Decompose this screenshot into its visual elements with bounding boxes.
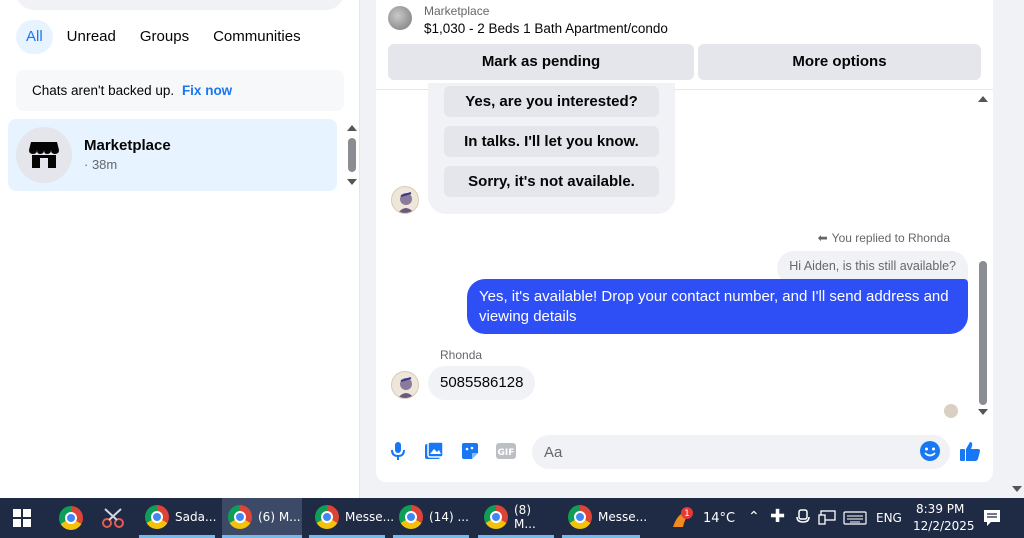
windows-start-icon[interactable] bbox=[13, 498, 31, 538]
language-indicator[interactable]: ENG bbox=[876, 511, 902, 525]
message-composer: GIF bbox=[376, 430, 993, 474]
conversation-scroll-thumb[interactable] bbox=[979, 261, 987, 405]
taskbar-app-label: (14) ... bbox=[429, 509, 469, 524]
taskbar-app-messenger-2[interactable]: Messe... bbox=[562, 498, 647, 538]
photo-icon[interactable] bbox=[423, 440, 445, 462]
keyboard-icon[interactable] bbox=[843, 511, 867, 528]
sender-name: Rhonda bbox=[440, 348, 483, 362]
filter-groups[interactable]: Groups bbox=[130, 20, 199, 54]
store-icon bbox=[16, 127, 72, 183]
svg-text:GIF: GIF bbox=[498, 448, 515, 458]
taskbar-app-messenger-8[interactable]: (8) M... bbox=[478, 498, 554, 538]
chrome-icon bbox=[315, 504, 339, 529]
weather-badge: 1 bbox=[684, 509, 690, 519]
quick-reply-interested[interactable]: Yes, are you interested? bbox=[444, 86, 659, 117]
chat-list-item-marketplace[interactable]: Marketplace · 38m bbox=[8, 119, 337, 191]
taskbar-app-label: (8) M... bbox=[514, 502, 536, 531]
listing-thumbnail[interactable] bbox=[388, 6, 412, 30]
sidebar-scrollbar[interactable] bbox=[346, 122, 358, 188]
marketplace-listing-header: Marketplace $1,030 - 2 Beds 1 Bath Apart… bbox=[376, 0, 993, 90]
chrome-pinned-icon[interactable] bbox=[59, 498, 83, 538]
message-input[interactable] bbox=[532, 435, 950, 469]
emoji-icon[interactable] bbox=[919, 440, 941, 462]
chat-name: Marketplace bbox=[84, 137, 171, 154]
taskbar-app-label: Messe... bbox=[345, 509, 395, 524]
sidebar-scroll-thumb[interactable] bbox=[348, 138, 356, 172]
page-scroll-down-arrow-icon[interactable] bbox=[1012, 486, 1022, 492]
gif-icon[interactable]: GIF bbox=[495, 440, 517, 462]
notification-center-icon[interactable] bbox=[983, 509, 1001, 530]
windows-taskbar: Sada... (6) M... Messe... (14) ... (8) M… bbox=[0, 498, 1024, 538]
backup-banner: Chats aren't backed up. Fix now bbox=[16, 70, 344, 111]
listing-title[interactable]: $1,030 - 2 Beds 1 Bath Apartment/condo bbox=[424, 21, 668, 36]
scroll-down-arrow-icon[interactable] bbox=[347, 179, 357, 185]
conversation-scrollbar[interactable] bbox=[977, 93, 989, 419]
outgoing-message[interactable]: Yes, it's available! Drop your contact n… bbox=[467, 279, 968, 334]
taskbar-app-label: (6) M... bbox=[258, 509, 301, 524]
microphone-icon[interactable] bbox=[387, 440, 409, 462]
temperature[interactable]: 14°C bbox=[703, 511, 735, 526]
filter-tabs: All Unread Groups Communities bbox=[16, 20, 311, 54]
scroll-up-arrow-icon[interactable] bbox=[978, 96, 988, 102]
scroll-down-arrow-icon[interactable] bbox=[978, 409, 988, 415]
backup-text: Chats aren't backed up. bbox=[32, 83, 175, 98]
search-input[interactable] bbox=[16, 0, 344, 10]
chat-sidebar: All Unread Groups Communities Chats aren… bbox=[0, 0, 360, 498]
taskbar-app-messenger[interactable]: Messe... bbox=[309, 498, 394, 538]
mark-as-pending-button[interactable]: Mark as pending bbox=[388, 44, 694, 80]
more-options-button[interactable]: More options bbox=[698, 44, 981, 80]
incoming-message[interactable]: 5085586128 bbox=[428, 366, 536, 400]
scroll-up-arrow-icon[interactable] bbox=[347, 125, 357, 131]
taskbar-app-messenger-14[interactable]: (14) ... bbox=[393, 498, 469, 538]
seen-indicator-avatar bbox=[944, 404, 958, 418]
rhonda-avatar[interactable] bbox=[391, 186, 419, 214]
conversation-panel: Marketplace $1,030 - 2 Beds 1 Bath Apart… bbox=[376, 0, 993, 482]
chrome-icon bbox=[145, 504, 169, 529]
quick-reply-card: Yes, are you interested? In talks. I'll … bbox=[428, 83, 675, 214]
rhonda-avatar[interactable] bbox=[391, 371, 419, 399]
chevron-up-icon[interactable]: ⌃ bbox=[748, 509, 760, 525]
meet-now-icon[interactable] bbox=[796, 509, 810, 528]
listing-source: Marketplace bbox=[424, 4, 490, 18]
snipping-tool-icon[interactable] bbox=[101, 498, 125, 538]
fix-now-link[interactable]: Fix now bbox=[182, 83, 232, 98]
taskbar-app-messenger-6[interactable]: (6) M... bbox=[222, 498, 302, 538]
reply-arrow-icon: ⬅ bbox=[817, 231, 828, 245]
chrome-icon bbox=[568, 504, 592, 529]
clock-date[interactable]: 12/2/2025 bbox=[913, 519, 975, 533]
quick-reply-not-available[interactable]: Sorry, it's not available. bbox=[444, 166, 659, 197]
filter-communities[interactable]: Communities bbox=[203, 20, 311, 54]
quick-reply-in-talks[interactable]: In talks. I'll let you know. bbox=[444, 126, 659, 157]
chrome-icon bbox=[399, 504, 423, 529]
chrome-icon bbox=[228, 504, 252, 529]
network-icon[interactable] bbox=[818, 510, 836, 528]
sticker-icon[interactable] bbox=[459, 440, 481, 462]
like-thumbs-up-icon[interactable] bbox=[959, 440, 981, 462]
chat-time: · 38m bbox=[84, 157, 118, 172]
weather-icon[interactable]: 1 bbox=[669, 498, 695, 538]
clock-time[interactable]: 8:39 PM bbox=[916, 502, 964, 516]
filter-unread[interactable]: Unread bbox=[57, 20, 126, 54]
chrome-icon bbox=[484, 504, 508, 529]
taskbar-app-label: Sada... bbox=[175, 509, 217, 524]
replied-to-note: ⬅ You replied to Rhonda bbox=[818, 231, 950, 245]
message-thread: Yes, are you interested? In talks. I'll … bbox=[376, 83, 993, 421]
taskbar-app-sada[interactable]: Sada... bbox=[139, 498, 217, 538]
filter-all[interactable]: All bbox=[16, 20, 53, 54]
plus-icon[interactable]: ✚ bbox=[770, 506, 785, 527]
taskbar-app-label: Messe... bbox=[598, 509, 648, 524]
replied-to-text: You replied to Rhonda bbox=[831, 231, 950, 245]
